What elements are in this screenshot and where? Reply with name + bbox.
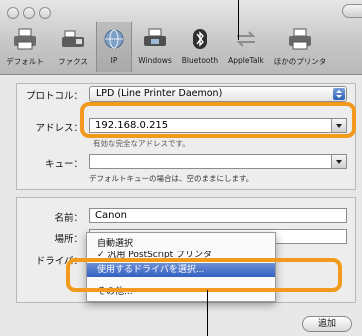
toolbar-item-ip[interactable]: IP [96,22,132,72]
toolbar-item-windows[interactable]: Windows [132,22,178,72]
callout-line-bottom [207,290,208,336]
toolbar-label-other: ほかのプリンタ [273,57,327,66]
fax-icon [62,30,84,47]
queue-history-button[interactable] [331,155,346,168]
name-field[interactable]: Canon [89,208,347,223]
minimize-window-button[interactable] [23,7,35,19]
toolbar-item-appletalk[interactable]: AppleTalk [222,22,270,72]
toolbar-toggle-button[interactable] [342,4,362,18]
zoom-window-button[interactable] [39,7,51,19]
queue-label: キュー： [44,159,83,170]
bluetooth-icon [193,29,207,49]
location-label: 場所： [54,234,83,245]
toolbar-label-fax: ファクス [58,57,88,66]
protocol-label: プロトコル： [25,91,83,102]
address-label: アドレス： [35,123,83,134]
toolbar-item-fax[interactable]: ファクス [50,22,96,72]
appletalk-icon [236,31,256,47]
printer-browser-window: デフォルト ファクス IP Windows Bluetooth AppleTal… [0,0,362,336]
callout-line-top [238,0,239,40]
protocol-popup[interactable]: LPD (Line Printer Daemon) [89,86,347,102]
address-hint: 有効な完全なアドレスです。 [93,139,190,148]
toolbar-item-default[interactable]: デフォルト [0,22,50,72]
toolbar-label-default: デフォルト [6,57,44,66]
windows-printer-icon [144,28,166,46]
close-window-button[interactable] [7,7,19,19]
printer-default-icon [14,28,36,50]
toolbar-label-windows: Windows [138,56,172,65]
toolbar-item-other[interactable]: ほかのプリンタ [270,22,330,72]
toolbar-label-bluetooth: Bluetooth [181,56,219,65]
toolbar-item-bluetooth[interactable]: Bluetooth [178,22,222,72]
popup-arrows-icon [333,88,345,100]
ip-globe-icon [104,29,124,49]
add-button[interactable]: 追加 [302,316,352,332]
toolbar: デフォルト ファクス IP Windows Bluetooth AppleTal… [0,0,362,75]
name-value: Canon [95,210,127,221]
driver-highlight-frame [66,258,342,292]
other-printer-icon [289,28,311,50]
protocol-value: LPD (Line Printer Daemon) [96,88,223,99]
queue-field[interactable] [89,154,347,169]
toolbar-label-appletalk: AppleTalk [228,56,264,65]
queue-hint: デフォルトキューの場合は、空のままにします。 [89,174,254,183]
name-label: 名前： [54,213,83,224]
menu-item-auto-select[interactable]: 自動選択 [87,237,275,251]
address-highlight-frame [80,102,356,138]
toolbar-label-ip: IP [110,56,118,65]
